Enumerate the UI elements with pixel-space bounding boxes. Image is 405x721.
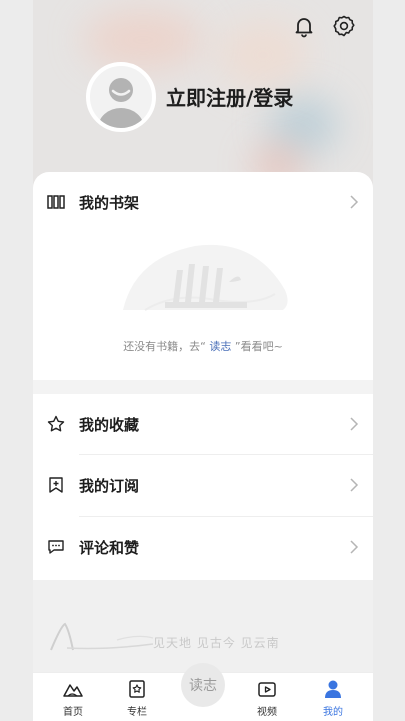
tab-home-label: 首页 [63,707,83,718]
empty-shelf-illustration [123,244,288,311]
mountain-icon [63,684,83,697]
center-logo[interactable]: 读志 [181,663,225,707]
comments-likes-row[interactable]: 评论和赞 [33,517,373,577]
bookmark-plus-icon [49,477,63,493]
chevron-right-icon [350,478,359,492]
tab-home[interactable]: 首页 [43,673,103,721]
empty-shelf-suffix: ”看看吧~ [231,340,283,353]
header-decoration [83,10,203,70]
tab-mine-label: 我的 [323,707,343,718]
tab-mine[interactable]: 我的 [303,673,363,721]
default-avatar-icon [98,78,144,128]
star-icon [47,415,65,432]
column-icon [129,680,145,698]
video-icon [258,682,276,697]
footer-slogan: 见天地 见古今 见云南 [153,636,280,650]
chevron-right-icon [350,195,359,209]
bookshelf-row[interactable]: 我的书架 [33,172,373,232]
bell-icon[interactable] [292,14,316,38]
bottom-tab-bar: 首页 专栏 读志 视频 我的 [33,663,373,721]
footer-banner: 见天地 见古今 见云南 [33,580,373,672]
empty-shelf-message: 还没有书籍，去“ 读志 ”看看吧~ [33,338,373,354]
ink-landscape-decoration [50,622,154,651]
chevron-right-icon [350,417,359,431]
tab-columns-label: 专栏 [127,707,147,718]
subscriptions-row[interactable]: 我的订阅 [33,455,373,515]
avatar[interactable] [86,62,156,132]
read-zhi-link[interactable]: 读志 [209,340,231,353]
main-card: 我的书架 还没有书籍，去“ 读志 ”看看吧~ 我的收藏 我的订阅 评论和赞 [33,172,373,580]
favorites-label: 我的收藏 [79,415,140,434]
user-icon [325,680,341,698]
profile-header: 立即注册/登录 [33,0,373,200]
comments-likes-label: 评论和赞 [79,538,140,557]
empty-shelf-prefix: 还没有书籍，去“ [123,340,210,353]
section-divider [33,380,373,394]
gear-icon[interactable] [332,14,356,38]
chevron-right-icon [350,540,359,554]
subscriptions-label: 我的订阅 [79,476,140,495]
tab-video-label: 视频 [257,707,277,718]
tab-video[interactable]: 视频 [237,673,297,721]
comment-icon [48,540,64,554]
bookshelf-title: 我的书架 [79,193,140,212]
tab-columns[interactable]: 专栏 [107,673,167,721]
favorites-row[interactable]: 我的收藏 [33,394,373,454]
bookshelf-icon [47,195,65,209]
login-register-link[interactable]: 立即注册/登录 [166,82,293,111]
